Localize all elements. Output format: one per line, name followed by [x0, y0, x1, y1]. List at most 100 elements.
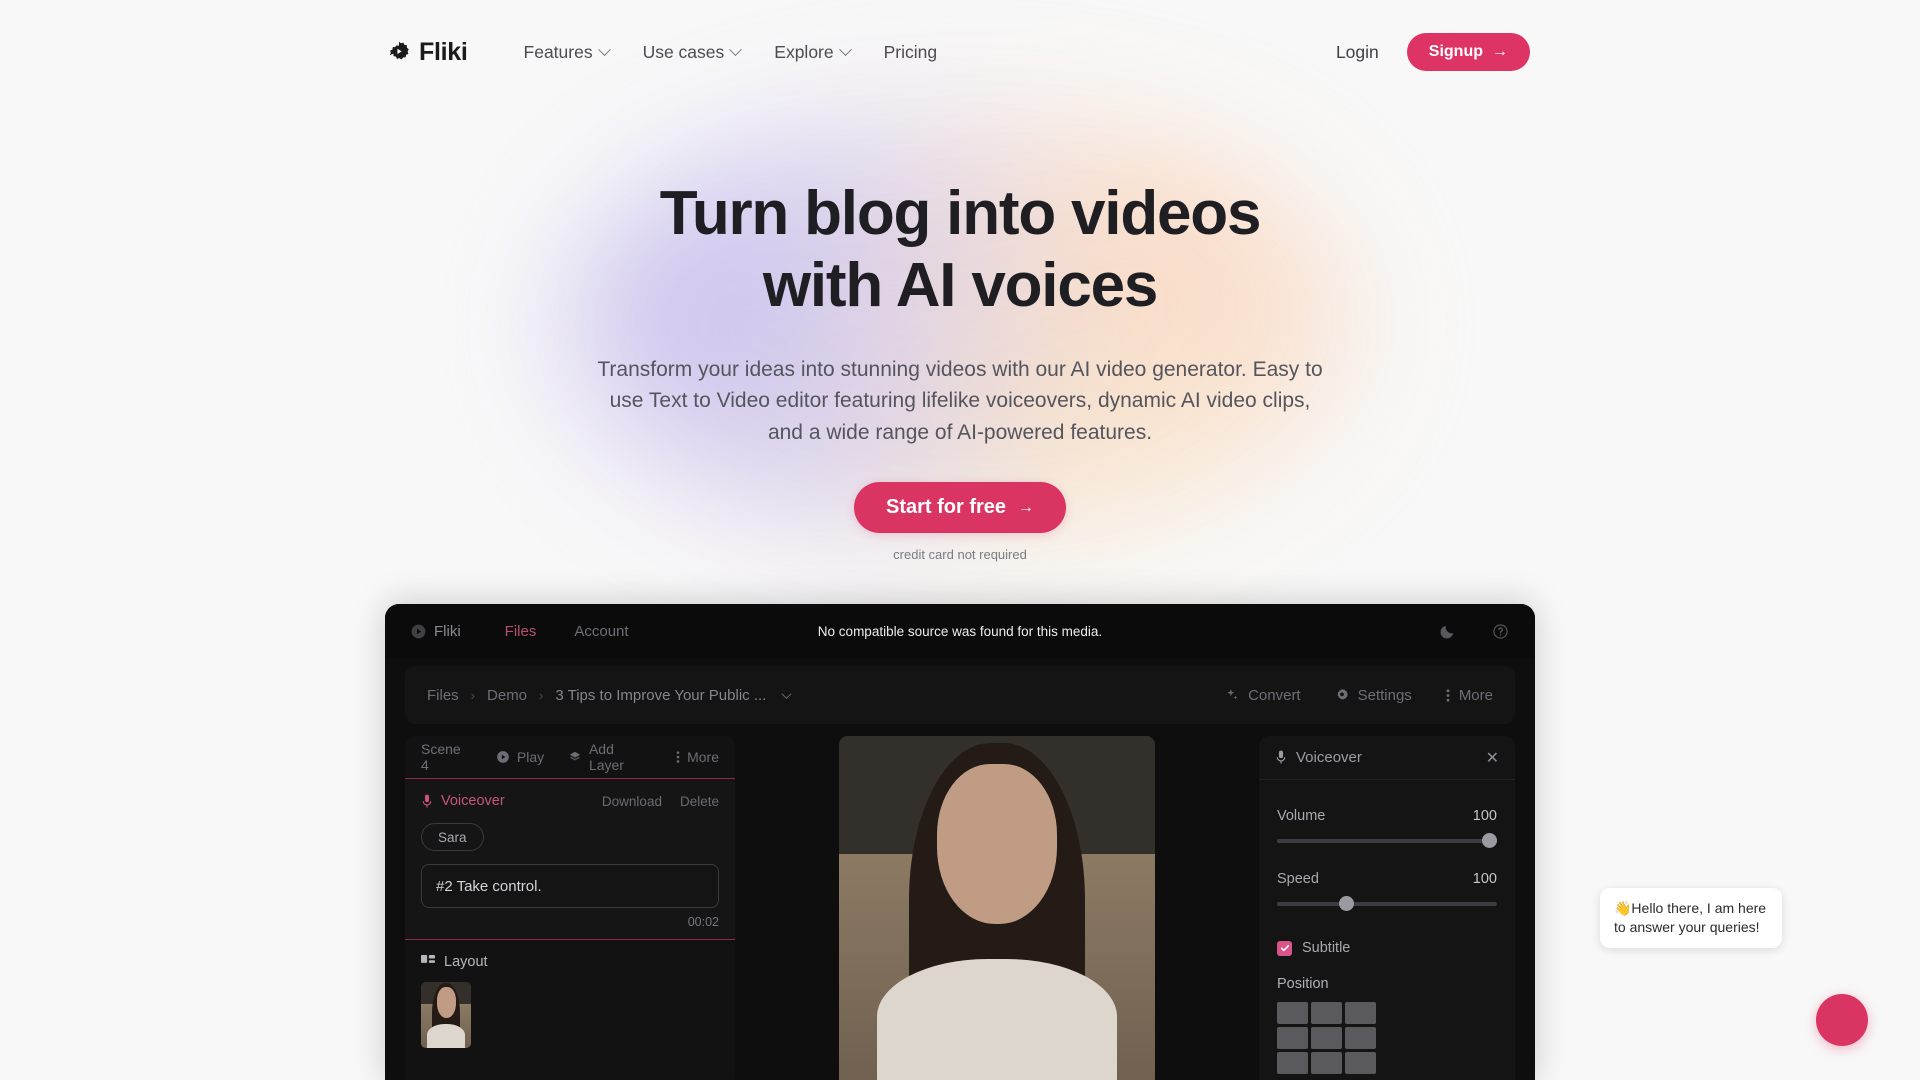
app-logo[interactable]: Fliki	[411, 623, 461, 640]
add-layer-label: Add Layer	[588, 741, 624, 773]
scene-more-label: More	[687, 749, 719, 765]
chevron-down-icon[interactable]	[781, 688, 792, 699]
app-topbar: Fliki Files Account No compatible source…	[385, 604, 1535, 658]
layers-icon	[569, 751, 581, 761]
voiceover-text-input[interactable]: #2 Take control.	[421, 864, 719, 908]
check-icon	[1280, 945, 1289, 952]
position-cell[interactable]	[1345, 1002, 1376, 1024]
chat-fab-button[interactable]	[1816, 994, 1868, 1046]
voice-name-chip[interactable]: Sara	[421, 823, 484, 851]
hero-cta-wrap: Start for free → credit card not require…	[0, 482, 1920, 562]
voiceover-card-header: Voiceover Download Delete	[421, 793, 719, 809]
voiceover-title-label: Voiceover	[441, 793, 505, 809]
app-tab-files[interactable]: Files	[505, 623, 537, 640]
app-body: Scene 4 Play Add Layer More Voiceover Do…	[385, 724, 1535, 1080]
more-button[interactable]: More	[1446, 687, 1493, 704]
logo-text: Fliki	[419, 37, 468, 66]
nav-item-features-label: Features	[523, 41, 593, 62]
thumbnail-face	[436, 987, 456, 1018]
start-for-free-button[interactable]: Start for free →	[853, 482, 1067, 534]
voiceover-panel-label: Voiceover	[1296, 749, 1362, 766]
cog-play-icon	[411, 624, 426, 638]
delete-button[interactable]: Delete	[680, 794, 719, 809]
nav-item-explore-label: Explore	[774, 41, 834, 62]
position-cell[interactable]	[1345, 1052, 1376, 1074]
scene-title: Scene 4	[421, 741, 461, 773]
convert-button[interactable]: Convert	[1225, 687, 1301, 704]
sparkle-icon	[1227, 689, 1238, 700]
app-topbar-icons	[1439, 623, 1509, 640]
voiceover-duration: 00:02	[687, 915, 719, 929]
navbar-links: Features Use cases Explore Pricing	[524, 42, 938, 63]
breadcrumb-item-demo[interactable]: Demo	[487, 687, 527, 704]
voiceover-panel-body: Volume 100 Speed 100 Subtitle Position	[1259, 780, 1515, 1080]
download-button[interactable]: Download	[602, 794, 662, 809]
gear-icon	[1337, 688, 1348, 700]
add-layer-button[interactable]: Add Layer	[568, 741, 652, 773]
scene-play-button[interactable]: Play	[496, 749, 544, 765]
speed-value: 100	[1472, 871, 1497, 887]
moon-icon[interactable]	[1439, 623, 1456, 640]
arrow-right-icon: →	[1492, 43, 1508, 60]
speed-slider[interactable]	[1277, 896, 1497, 912]
volume-value: 100	[1472, 808, 1497, 824]
subtitle-label: Subtitle	[1302, 940, 1351, 956]
voiceover-panel-title: Voiceover	[1275, 749, 1362, 766]
voiceover-card-actions: Download Delete	[602, 794, 719, 809]
layout-thumbnail[interactable]	[421, 982, 471, 1048]
volume-slider-track	[1277, 839, 1497, 843]
nav-item-features[interactable]: Features	[523, 41, 611, 63]
position-cell[interactable]	[1311, 1052, 1342, 1074]
settings-button[interactable]: Settings	[1335, 687, 1412, 704]
speed-slider-knob[interactable]	[1338, 896, 1354, 911]
position-grid	[1277, 1002, 1497, 1074]
signup-button[interactable]: Signup →	[1406, 33, 1530, 71]
fliki-logo[interactable]: Fliki	[388, 38, 468, 67]
breadcrumb-item-current[interactable]: 3 Tips to Improve Your Public ...	[555, 687, 766, 704]
chat-greeting-bubble[interactable]: 👋Hello there, I am here to answer your q…	[1600, 888, 1782, 948]
position-cell[interactable]	[1311, 1027, 1342, 1049]
speed-label: Speed	[1277, 871, 1319, 887]
nav-item-use-cases-label: Use cases	[642, 41, 725, 62]
nav-item-explore[interactable]: Explore	[774, 41, 852, 63]
media-error-message: No compatible source was found for this …	[817, 623, 1103, 639]
arrow-right-icon: →	[1018, 498, 1035, 516]
breadcrumb: Files › Demo › 3 Tips to Improve Your Pu…	[427, 687, 792, 704]
voiceover-card-title: Voiceover	[421, 793, 505, 809]
voiceover-settings-panel: Voiceover ✕ Volume 100 Speed 100 Subtitl…	[1259, 736, 1515, 1080]
cog-play-icon	[389, 41, 409, 60]
subtitle-checkbox-row[interactable]: Subtitle	[1277, 940, 1497, 956]
volume-slider-knob[interactable]	[1482, 833, 1497, 848]
navbar-right: Login Signup →	[1336, 33, 1530, 71]
breadcrumb-item-files[interactable]: Files	[427, 687, 459, 704]
nav-item-pricing-label: Pricing	[883, 41, 938, 62]
position-cell[interactable]	[1277, 1027, 1308, 1049]
video-preview[interactable]	[839, 736, 1155, 1080]
signup-button-label: Signup	[1428, 43, 1483, 60]
position-cell[interactable]	[1277, 1052, 1308, 1074]
layout-section-header: Layout	[421, 954, 719, 970]
close-icon[interactable]: ✕	[1486, 748, 1499, 768]
chevron-down-icon	[597, 42, 611, 56]
position-cell[interactable]	[1345, 1027, 1376, 1049]
convert-button-label: Convert	[1248, 686, 1301, 704]
nav-item-use-cases[interactable]: Use cases	[642, 41, 743, 63]
help-icon[interactable]	[1492, 623, 1509, 640]
microphone-icon	[1276, 750, 1286, 764]
position-cell[interactable]	[1277, 1002, 1308, 1024]
app-tab-account[interactable]: Account	[574, 623, 628, 640]
nav-item-pricing[interactable]: Pricing	[884, 42, 938, 63]
voiceover-card: Voiceover Download Delete Sara #2 Take c…	[405, 778, 735, 940]
subtitle-checkbox[interactable]	[1277, 940, 1292, 956]
app-logo-text: Fliki	[434, 622, 461, 640]
volume-slider[interactable]	[1277, 833, 1497, 849]
video-preview-panel	[749, 736, 1245, 1080]
kebab-icon	[1446, 688, 1450, 702]
scene-more-button[interactable]: More	[676, 749, 719, 765]
login-link[interactable]: Login	[1336, 42, 1379, 63]
volume-row: Volume 100	[1277, 808, 1497, 824]
settings-button-label: Settings	[1357, 686, 1412, 704]
position-cell[interactable]	[1311, 1002, 1342, 1024]
video-subject-shirt	[876, 958, 1118, 1080]
position-label: Position	[1277, 976, 1329, 992]
